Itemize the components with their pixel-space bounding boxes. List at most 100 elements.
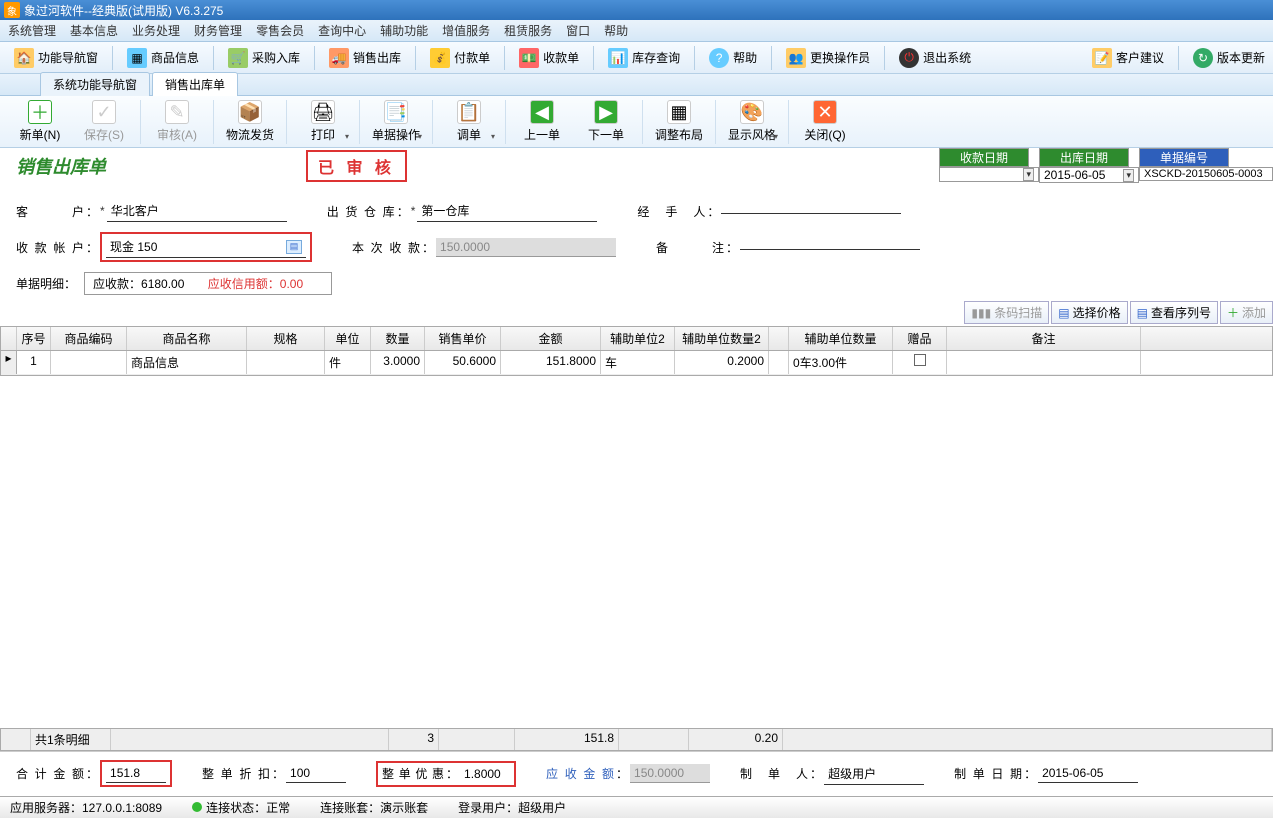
main-toolbar: 🏠功能导航窗 ▦商品信息 🛒采购入库 🚚销售出库 💰付款单 💵收款单 📊库存查询… bbox=[0, 42, 1273, 74]
col-name[interactable]: 商品名称 bbox=[127, 327, 247, 350]
menu-aux[interactable]: 辅助功能 bbox=[380, 22, 428, 39]
footer-form: 合计金额： 151.8 整单折扣： 100 整单优惠： 1.8000 应收金额：… bbox=[0, 751, 1273, 830]
menu-business[interactable]: 业务处理 bbox=[132, 22, 180, 39]
handler-input[interactable] bbox=[721, 209, 901, 214]
account-input[interactable]: 现金 150 ▤ bbox=[106, 236, 306, 258]
form-area: 客 户：* 华北客户 出货仓库：* 第一仓库 经 手 人： 收款帐户： 现金 1… bbox=[0, 184, 1273, 299]
docnum-field: XSCKD-20150605-0003 bbox=[1139, 167, 1273, 181]
refresh-icon: ↻ bbox=[1193, 48, 1213, 68]
dropdown-icon[interactable]: ▾ bbox=[345, 132, 349, 141]
menu-vas[interactable]: 增值服务 bbox=[442, 22, 490, 39]
menu-lease[interactable]: 租赁服务 bbox=[504, 22, 552, 39]
receive-icon: 💵 bbox=[519, 48, 539, 68]
chevron-down-icon[interactable]: ▾ bbox=[1023, 168, 1034, 181]
status-bar: 应用服务器：127.0.0.1:8089 连接状态：正常 连接账套：演示账套 登… bbox=[0, 796, 1273, 818]
menu-help[interactable]: 帮助 bbox=[604, 22, 628, 39]
summary-aux: 0.20 bbox=[689, 729, 783, 750]
status-conn: 连接状态：正常 bbox=[192, 799, 290, 816]
suggest-button[interactable]: 📝客户建议 bbox=[1084, 46, 1172, 70]
col-unit[interactable]: 单位 bbox=[325, 327, 371, 350]
warehouse-input[interactable]: 第一仓库 bbox=[417, 200, 597, 222]
home-icon: 🏠 bbox=[14, 48, 34, 68]
stock-icon: 📊 bbox=[608, 48, 628, 68]
date-boxes: 收款日期 ▾ 出库日期 2015-06-05▾ 单据编号 XSCKD-20150… bbox=[939, 148, 1273, 184]
dropdown-icon[interactable]: ▾ bbox=[491, 132, 495, 141]
ship-button[interactable]: 📦物流发货 bbox=[218, 96, 282, 147]
help-button[interactable]: ?帮助 bbox=[701, 46, 765, 70]
next-button[interactable]: ▶下一单 bbox=[574, 96, 638, 147]
col-seq[interactable]: 序号 bbox=[17, 327, 51, 350]
out-date-field[interactable]: 2015-06-05▾ bbox=[1039, 167, 1139, 183]
remark-field: 备 注： bbox=[656, 239, 920, 256]
purchase-button[interactable]: 🛒采购入库 bbox=[220, 46, 308, 70]
exit-button[interactable]: ⏻退出系统 bbox=[891, 46, 979, 70]
menu-query[interactable]: 查询中心 bbox=[318, 22, 366, 39]
customer-input[interactable]: 华北客户 bbox=[107, 200, 287, 222]
chevron-down-icon[interactable]: ▾ bbox=[1123, 169, 1134, 182]
switch-user-button[interactable]: 👥更换操作员 bbox=[778, 46, 878, 70]
menu-system[interactable]: 系统管理 bbox=[8, 22, 56, 39]
close-icon: ✕ bbox=[813, 100, 837, 124]
menu-finance[interactable]: 财务管理 bbox=[194, 22, 242, 39]
col-aux2[interactable]: 辅助单位2 bbox=[601, 327, 675, 350]
table-row[interactable]: ▸ 1 商品信息 件 3.0000 50.6000 151.8000 车 0.2… bbox=[1, 351, 1272, 375]
new-button[interactable]: ＋新单(N) bbox=[8, 96, 72, 147]
truck-icon: 🚚 bbox=[329, 48, 349, 68]
menu-window[interactable]: 窗口 bbox=[566, 22, 590, 39]
col-code[interactable]: 商品编码 bbox=[51, 327, 127, 350]
col-qty[interactable]: 数量 bbox=[371, 327, 425, 350]
layout-button[interactable]: ▦调整布局 bbox=[647, 96, 711, 147]
col-remark[interactable]: 备注 bbox=[947, 327, 1141, 350]
style-button[interactable]: 🎨显示风格▾ bbox=[720, 96, 784, 147]
receipt-date-field[interactable]: ▾ bbox=[939, 167, 1039, 182]
menu-bar: 系统管理 基本信息 业务处理 财务管理 零售会员 查询中心 辅助功能 增值服务 … bbox=[0, 20, 1273, 42]
remark-input[interactable] bbox=[740, 245, 920, 250]
handler-field: 经 手 人： bbox=[637, 203, 901, 220]
receive-button[interactable]: 💵收款单 bbox=[511, 46, 587, 70]
col-price[interactable]: 销售单价 bbox=[425, 327, 501, 350]
docop-button[interactable]: 📑单据操作▾ bbox=[364, 96, 428, 147]
dropdown-icon[interactable]: ▾ bbox=[418, 132, 422, 141]
col-aux2qty[interactable]: 辅助单位数量2 bbox=[675, 327, 769, 350]
grid-actions: ▮▮▮条码扫描 ▤选择价格 ▤查看序列号 ＋添加 bbox=[0, 299, 1273, 326]
menu-basic[interactable]: 基本信息 bbox=[70, 22, 118, 39]
stock-button[interactable]: 📊库存查询 bbox=[600, 46, 688, 70]
close-button[interactable]: ✕关闭(Q) bbox=[793, 96, 857, 147]
warehouse-field: 出货仓库：* 第一仓库 bbox=[327, 200, 598, 222]
update-button[interactable]: ↻版本更新 bbox=[1185, 46, 1273, 70]
gift-checkbox[interactable] bbox=[893, 351, 947, 374]
maker-field: 超级用户 bbox=[824, 763, 924, 785]
fetch-button[interactable]: 📋调单▾ bbox=[437, 96, 501, 147]
total-amount: 151.8 bbox=[106, 764, 166, 783]
tab-sales-out[interactable]: 销售出库单 bbox=[152, 72, 238, 96]
audit-icon: ✎ bbox=[165, 100, 189, 124]
power-icon: ⏻ bbox=[899, 48, 919, 68]
sales-button[interactable]: 🚚销售出库 bbox=[321, 46, 409, 70]
pay-button[interactable]: 💰付款单 bbox=[422, 46, 498, 70]
summary-count: 共1条明细 bbox=[31, 729, 111, 750]
prev-button[interactable]: ◀上一单 bbox=[510, 96, 574, 147]
this-recv-field: 本次收款： 150.0000 bbox=[352, 238, 616, 257]
goods-button[interactable]: ▦商品信息 bbox=[119, 46, 207, 70]
print-button[interactable]: 🖨打印▾ bbox=[291, 96, 355, 147]
discount-input[interactable]: 100 bbox=[286, 764, 346, 783]
serial-button[interactable]: ▤查看序列号 bbox=[1130, 301, 1218, 324]
cart-icon: 🛒 bbox=[228, 48, 248, 68]
col-auxqty[interactable]: 辅助单位数量 bbox=[789, 327, 893, 350]
price-button[interactable]: ▤选择价格 bbox=[1051, 301, 1127, 324]
col-blank[interactable] bbox=[769, 327, 789, 350]
status-user: 登录用户：超级用户 bbox=[458, 799, 566, 816]
barcode-button: ▮▮▮条码扫描 bbox=[964, 301, 1049, 324]
nav-button[interactable]: 🏠功能导航窗 bbox=[6, 46, 106, 70]
tab-nav[interactable]: 系统功能导航窗 bbox=[40, 72, 150, 96]
col-amount[interactable]: 金额 bbox=[501, 327, 601, 350]
lookup-icon[interactable]: ▤ bbox=[286, 240, 302, 254]
summary-amount: 151.8 bbox=[515, 729, 619, 750]
col-spec[interactable]: 规格 bbox=[247, 327, 325, 350]
menu-retail[interactable]: 零售会员 bbox=[256, 22, 304, 39]
col-gift[interactable]: 赠品 bbox=[893, 327, 947, 350]
next-icon: ▶ bbox=[594, 100, 618, 124]
coupon-input[interactable]: 1.8000 bbox=[460, 765, 510, 783]
dropdown-icon[interactable]: ▾ bbox=[774, 132, 778, 141]
doc-toolbar: ＋新单(N) ✓保存(S) ✎审核(A) 📦物流发货 🖨打印▾ 📑单据操作▾ 📋… bbox=[0, 96, 1273, 148]
